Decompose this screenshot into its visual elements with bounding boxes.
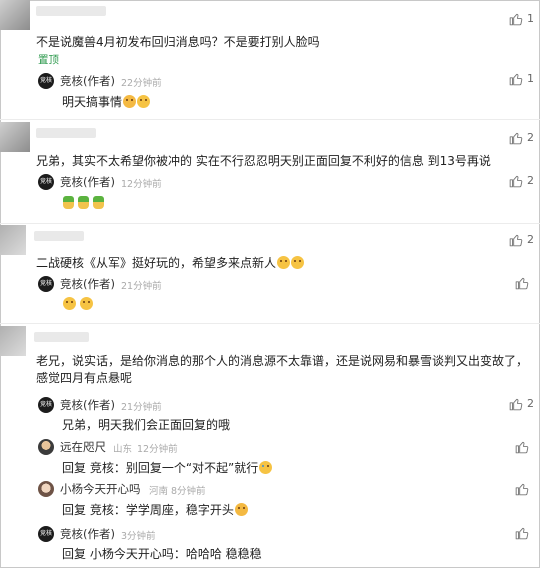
plant-emoji-icon [78, 196, 89, 209]
commenter-name[interactable] [34, 231, 84, 241]
grin-emoji-icon [123, 95, 137, 108]
author-avatar[interactable]: 竞核 [38, 174, 54, 190]
reply-location: 山东 [113, 444, 133, 455]
reply-author[interactable]: 竞核(作者) [60, 174, 115, 190]
face-emoji-icon [277, 256, 291, 269]
plant-emoji-icon [63, 196, 74, 209]
divider [0, 223, 540, 224]
reply-author[interactable]: 竞核(作者) [60, 397, 115, 413]
comment-text: 老兄，说实话，是给你消息的那个人的消息源不太靠谱，还是说网易和暴雪谈判又出变故了… [36, 354, 529, 385]
like-icon[interactable] [509, 12, 523, 26]
reply-emoji-row [62, 297, 93, 310]
like-icon[interactable] [515, 482, 529, 496]
like-icon[interactable] [509, 233, 523, 247]
like-count: 2 [527, 131, 534, 144]
commenter-name[interactable] [34, 332, 89, 342]
plant-emoji-icon [93, 196, 104, 209]
reply-text: 回复 小杨今天开心吗：哈哈哈 稳稳稳 [62, 547, 262, 561]
like-icon[interactable] [509, 131, 523, 145]
reply-text: 兄弟，明天我们会正面回复的哦 [62, 418, 231, 432]
author-avatar[interactable]: 竞核 [38, 526, 54, 542]
like-count: 2 [527, 397, 534, 410]
reply-emoji-row [62, 196, 104, 209]
reply-author[interactable]: 小杨今天开心吗 [60, 481, 141, 497]
like-count: 1 [527, 12, 534, 25]
reply-time: 21分钟前 [121, 281, 162, 292]
reply-time: 12分钟前 [137, 444, 178, 455]
reply-time: 8分钟前 [171, 486, 206, 497]
face-emoji-icon [63, 297, 76, 310]
like-icon[interactable] [515, 526, 529, 540]
author-avatar[interactable]: 竞核 [38, 73, 54, 89]
commenter-avatar[interactable] [0, 122, 30, 152]
reply-text: 回复 竞核：学学周座，稳字开头 [62, 501, 248, 518]
like-count: 1 [527, 72, 534, 85]
like-count: 2 [527, 233, 534, 246]
like-icon[interactable] [515, 440, 529, 454]
reply-text: 明天搞事情 [62, 93, 151, 110]
reply-author[interactable]: 竞核(作者) [60, 276, 115, 292]
user-avatar[interactable] [38, 439, 54, 455]
commenter-name[interactable] [36, 6, 106, 16]
reply-time: 21分钟前 [121, 402, 162, 413]
reply-time: 3分钟前 [121, 531, 156, 542]
comment-text: 二战硬核《从军》挺好玩的，希望多来点新人 [36, 254, 305, 271]
like-count: 2 [527, 174, 534, 187]
pinned-badge: 置顶 [38, 54, 59, 66]
like-icon[interactable] [509, 397, 523, 411]
crying-emoji-icon [259, 461, 273, 474]
reply-text: 回复 竞核：别回复一个“对不起”就行 [62, 459, 273, 476]
reply-time: 22分钟前 [121, 78, 162, 89]
grin-emoji-icon [234, 503, 248, 516]
comment-text: 不是说魔兽4月初发布回归消息吗？不是要打别人脸吗 [36, 35, 320, 49]
face-emoji-icon [291, 256, 305, 269]
like-icon[interactable] [515, 276, 529, 290]
user-avatar[interactable] [38, 481, 54, 497]
reply-author[interactable]: 远在咫尺 [60, 439, 106, 455]
commenter-avatar[interactable] [0, 225, 26, 255]
commenter-avatar[interactable] [0, 0, 30, 30]
author-avatar[interactable]: 竞核 [38, 276, 54, 292]
like-icon[interactable] [509, 72, 523, 86]
divider [0, 119, 540, 120]
comment-text: 兄弟，其实不太希望你被冲的 实在不行忍忍明天别正面回复不利好的信息 到13号再说 [36, 154, 491, 168]
like-icon[interactable] [509, 174, 523, 188]
face-emoji-icon [80, 297, 93, 310]
commenter-name[interactable] [36, 128, 96, 138]
divider [0, 323, 540, 324]
reply-time: 12分钟前 [121, 179, 162, 190]
reply-author[interactable]: 竞核(作者) [60, 526, 115, 542]
commenter-avatar[interactable] [0, 326, 26, 356]
reply-location: 河南 [149, 486, 169, 497]
face-emoji-icon [137, 95, 151, 108]
reply-author[interactable]: 竞核(作者) [60, 73, 115, 89]
author-avatar[interactable]: 竞核 [38, 397, 54, 413]
